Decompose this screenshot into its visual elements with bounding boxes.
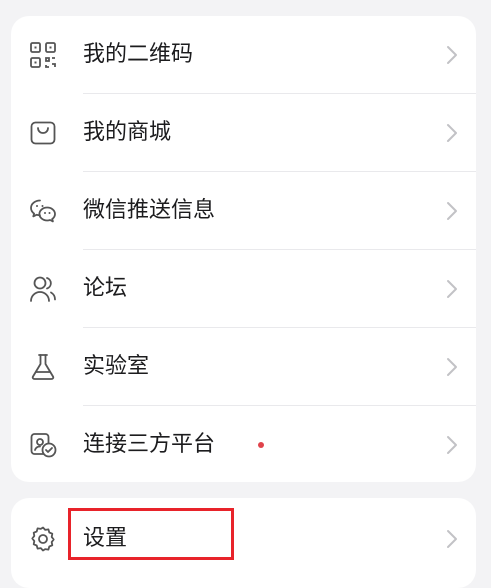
chevron-right-icon [446,201,458,221]
notification-dot [258,442,264,448]
menu-item-label: 我的二维码 [83,42,194,67]
third-party-link-icon [28,430,58,460]
flask-icon [28,352,58,382]
menu-item-label: 实验室 [83,354,150,379]
user-forum-icon [28,274,58,304]
menu-card: 我的二维码 我的商城 微信推送信息 论坛 实验室 连接三方平台 [11,16,476,482]
menu-item-wechat-push[interactable]: 微信推送信息 [11,172,476,250]
chevron-right-icon [446,435,458,455]
qr-code-icon [28,40,58,70]
wechat-icon [28,196,58,226]
settings-highlight-box [68,508,234,560]
shopping-bag-icon [28,118,58,148]
chevron-right-icon [446,529,458,549]
menu-item-label: 微信推送信息 [83,198,216,223]
chevron-right-icon [446,45,458,65]
menu-item-label: 我的商城 [83,120,172,145]
chevron-right-icon [446,357,458,377]
menu-item-third-party[interactable]: 连接三方平台 [11,406,476,484]
menu-item-label: 连接三方平台 [83,432,216,457]
chevron-right-icon [446,279,458,299]
menu-item-label: 论坛 [83,276,128,301]
gear-icon [28,524,58,554]
menu-item-forum[interactable]: 论坛 [11,250,476,328]
menu-item-lab[interactable]: 实验室 [11,328,476,406]
menu-item-qr-code[interactable]: 我的二维码 [11,16,476,94]
chevron-right-icon [446,123,458,143]
menu-item-my-store[interactable]: 我的商城 [11,94,476,172]
